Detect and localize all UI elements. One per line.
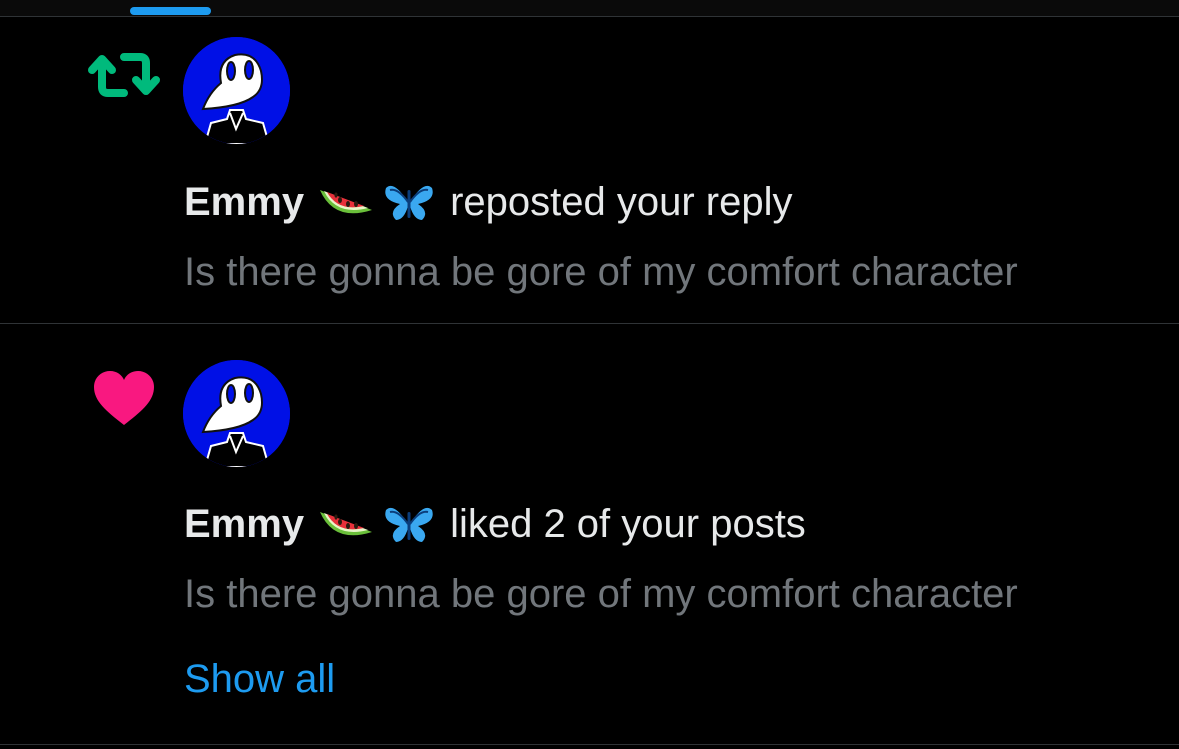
post-preview[interactable]: Is there gonna be gore of my comfort cha…	[184, 248, 1018, 296]
show-all-link[interactable]: Show all	[184, 655, 335, 703]
notification-repost[interactable]: Emmy reposted your reply Is there gonna …	[0, 17, 1179, 323]
watermelon-emoji	[318, 182, 374, 222]
bottom-divider	[0, 744, 1179, 745]
active-tab-indicator	[130, 7, 211, 15]
notification-action: reposted your reply	[450, 180, 793, 224]
notification-like[interactable]: Emmy liked 2 of your posts Is there gonn…	[0, 324, 1179, 744]
user-avatar[interactable]	[183, 360, 290, 467]
notification-headline: Emmy reposted your reply	[184, 178, 792, 226]
post-preview[interactable]: Is there gonna be gore of my comfort cha…	[184, 570, 1018, 618]
butterfly-emoji	[384, 182, 434, 222]
notification-headline: Emmy liked 2 of your posts	[184, 500, 806, 548]
heart-icon	[86, 360, 162, 436]
user-avatar[interactable]	[183, 37, 290, 144]
watermelon-emoji	[318, 504, 374, 544]
top-tab-bar	[0, 0, 1179, 16]
user-name[interactable]: Emmy	[184, 178, 304, 226]
butterfly-emoji	[384, 504, 434, 544]
repost-icon	[86, 37, 162, 113]
user-name[interactable]: Emmy	[184, 500, 304, 548]
notification-action: liked 2 of your posts	[450, 502, 806, 546]
